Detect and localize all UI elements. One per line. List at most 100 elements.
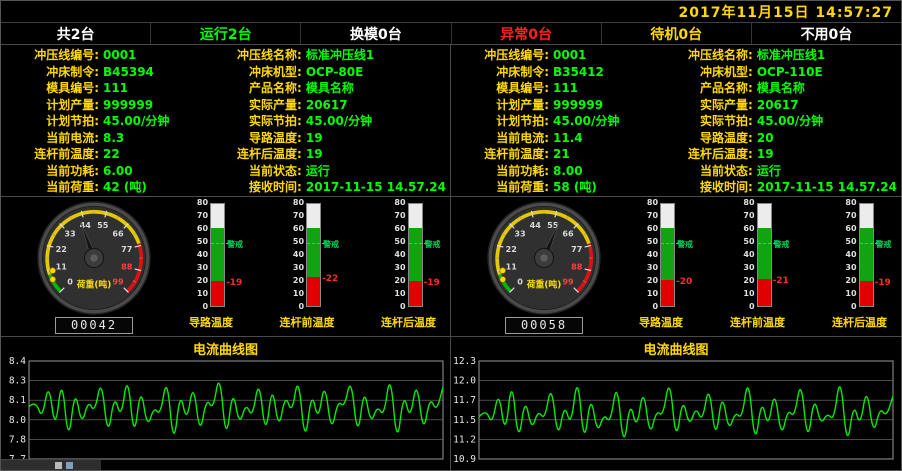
info-row: 当前状态:运行 (655, 164, 897, 178)
info-label: 冲压线编号: (451, 48, 549, 62)
taskbar-unknown-app-icon[interactable] (66, 462, 73, 469)
scale-tick: 30 (197, 264, 208, 272)
info-col-right: 冲压线名称:标准冲压线1冲床机型:OCP-110E产品名称:模具名称实际产量:2… (655, 48, 897, 194)
info-row: 实际节拍:45.00/分钟 (655, 114, 897, 128)
svg-text:33: 33 (514, 229, 525, 239)
info-row: 导路温度:20 (655, 131, 897, 145)
scale-tick: 10 (394, 290, 405, 298)
thermometer-red-fill (307, 277, 320, 306)
scale-tick: 80 (293, 199, 304, 207)
warn-label: 警戒 (323, 239, 339, 250)
svg-text:8.4: 8.4 (9, 356, 26, 367)
info-label: 实际节拍: (204, 114, 302, 128)
load-gauge: 0112233445566778899荷重(吨) (35, 199, 153, 317)
thermometer-value: -19 (875, 278, 891, 288)
thermometer-label: 连杆前温度 (730, 314, 785, 330)
thermometer-scale: 80706050403020100 (394, 199, 405, 311)
hmi-dashboard: 2017年11月15日 14:57:27 共2台运行2台换模0台异常0台待机0台… (0, 0, 902, 471)
scale-tick: 60 (293, 225, 304, 233)
info-value: OCP-110E (757, 65, 823, 79)
scale-tick: 80 (845, 199, 856, 207)
svg-text:11.7: 11.7 (453, 395, 476, 406)
thermometer-scale: 80706050403020100 (647, 199, 658, 311)
info-row: 当前电流:8.3 (1, 131, 204, 145)
scale-tick: 40 (647, 251, 658, 259)
current-curve-chart: 8.48.38.18.07.87.7 (1, 356, 450, 468)
scale-tick: 20 (394, 277, 405, 285)
chart-section: 电流曲线图 8.48.38.18.07.87.7 (1, 337, 450, 470)
info-value: 19 (306, 131, 323, 145)
thermometer-red-fill (661, 280, 674, 306)
info-col-right: 冲压线名称:标准冲压线1冲床机型:OCP-80E产品名称:模具名称实际产量:20… (204, 48, 446, 194)
gauge-wrap: 0112233445566778899荷重(吨) 00042 (1, 197, 187, 336)
info-value: 20617 (306, 98, 348, 112)
info-label: 当前功耗: (1, 164, 99, 178)
scale-tick: 60 (743, 225, 754, 233)
thermometer-bar: 警戒-22 (306, 203, 321, 307)
scale-tick: 0 (394, 303, 405, 311)
chart-svg: 8.48.38.18.07.87.7 (1, 356, 449, 468)
info-value: 999999 (553, 98, 603, 112)
scale-tick: 80 (743, 199, 754, 207)
thermometer: 80706050403020100警戒-22连杆前温度 (280, 203, 335, 336)
info-label: 实际产量: (655, 98, 753, 112)
info-value: B45394 (103, 65, 154, 79)
info-value: 58 (吨) (553, 180, 597, 194)
info-value: 45.00/分钟 (306, 114, 372, 128)
info-row: 产品名称:模具名称 (204, 81, 446, 95)
scale-tick: 60 (394, 225, 405, 233)
scale-tick: 60 (845, 225, 856, 233)
info-label: 冲床制令: (451, 65, 549, 79)
svg-text:11.5: 11.5 (453, 415, 476, 426)
thermometer: 80706050403020100警戒-19导路温度 (189, 203, 233, 336)
meters-section: 0112233445566778899荷重(吨) 00058 807060504… (451, 197, 901, 337)
thermometer: 80706050403020100警戒-21连杆前温度 (730, 203, 785, 336)
status-item-0: 共2台 (1, 23, 150, 44)
thermometer-value: -20 (676, 277, 692, 287)
status-item-2: 换模0台 (300, 23, 450, 44)
info-row: 冲压线名称:标准冲压线1 (655, 48, 897, 62)
info-section: 冲压线编号:0001冲床制令:B35412模具编号:111计划产量:999999… (451, 45, 901, 197)
info-col-left: 冲压线编号:0001冲床制令:B35412模具编号:111计划产量:999999… (451, 48, 655, 194)
scale-tick: 40 (394, 251, 405, 259)
thermometer-value: -19 (424, 278, 440, 288)
info-label: 连杆后温度: (655, 147, 753, 161)
info-row: 冲床制令:B35412 (451, 65, 655, 79)
svg-text:66: 66 (112, 229, 124, 239)
scale-tick: 30 (293, 264, 304, 272)
info-label: 实际节拍: (655, 114, 753, 128)
scale-tick: 0 (647, 303, 658, 311)
info-row: 实际节拍: 45.00/分钟 (204, 114, 446, 128)
info-value: 8.00 (553, 164, 583, 178)
info-value: 0001 (553, 48, 586, 62)
indicator-light-icon (500, 268, 506, 274)
datetime: 2017年11月15日 14:57:27 (679, 2, 893, 22)
scale-tick: 10 (293, 290, 304, 298)
svg-text:11.2: 11.2 (453, 434, 476, 445)
svg-text:22: 22 (56, 244, 67, 254)
info-label: 实际产量: (204, 98, 302, 112)
svg-text:66: 66 (562, 229, 574, 239)
topbar: 2017年11月15日 14:57:27 (1, 1, 901, 23)
info-value: 模具名称 (306, 81, 354, 95)
info-row: 冲床制令:B45394 (1, 65, 204, 79)
scale-tick: 70 (394, 212, 405, 220)
info-value: 19 (757, 147, 774, 161)
svg-text:77: 77 (121, 244, 132, 254)
info-label: 接收时间: (655, 180, 753, 194)
svg-text:33: 33 (64, 229, 75, 239)
indicator-light-icon (500, 276, 506, 282)
info-row: 导路温度:19 (204, 131, 446, 145)
taskbar-unknown-app-icon[interactable] (55, 462, 62, 469)
info-row: 产品名称:模具名称 (655, 81, 897, 95)
scale-tick: 10 (647, 290, 658, 298)
scale-tick: 30 (394, 264, 405, 272)
scale-tick: 50 (394, 238, 405, 246)
info-label: 连杆后温度: (204, 147, 302, 161)
warn-label: 警戒 (677, 239, 693, 250)
taskbar-sliver[interactable] (1, 459, 101, 470)
thermometer-red-fill (758, 279, 771, 306)
info-label: 冲压线名称: (655, 48, 753, 62)
thermometer: 80706050403020100警戒-19连杆后温度 (832, 203, 887, 336)
svg-text:8.3: 8.3 (9, 376, 26, 387)
